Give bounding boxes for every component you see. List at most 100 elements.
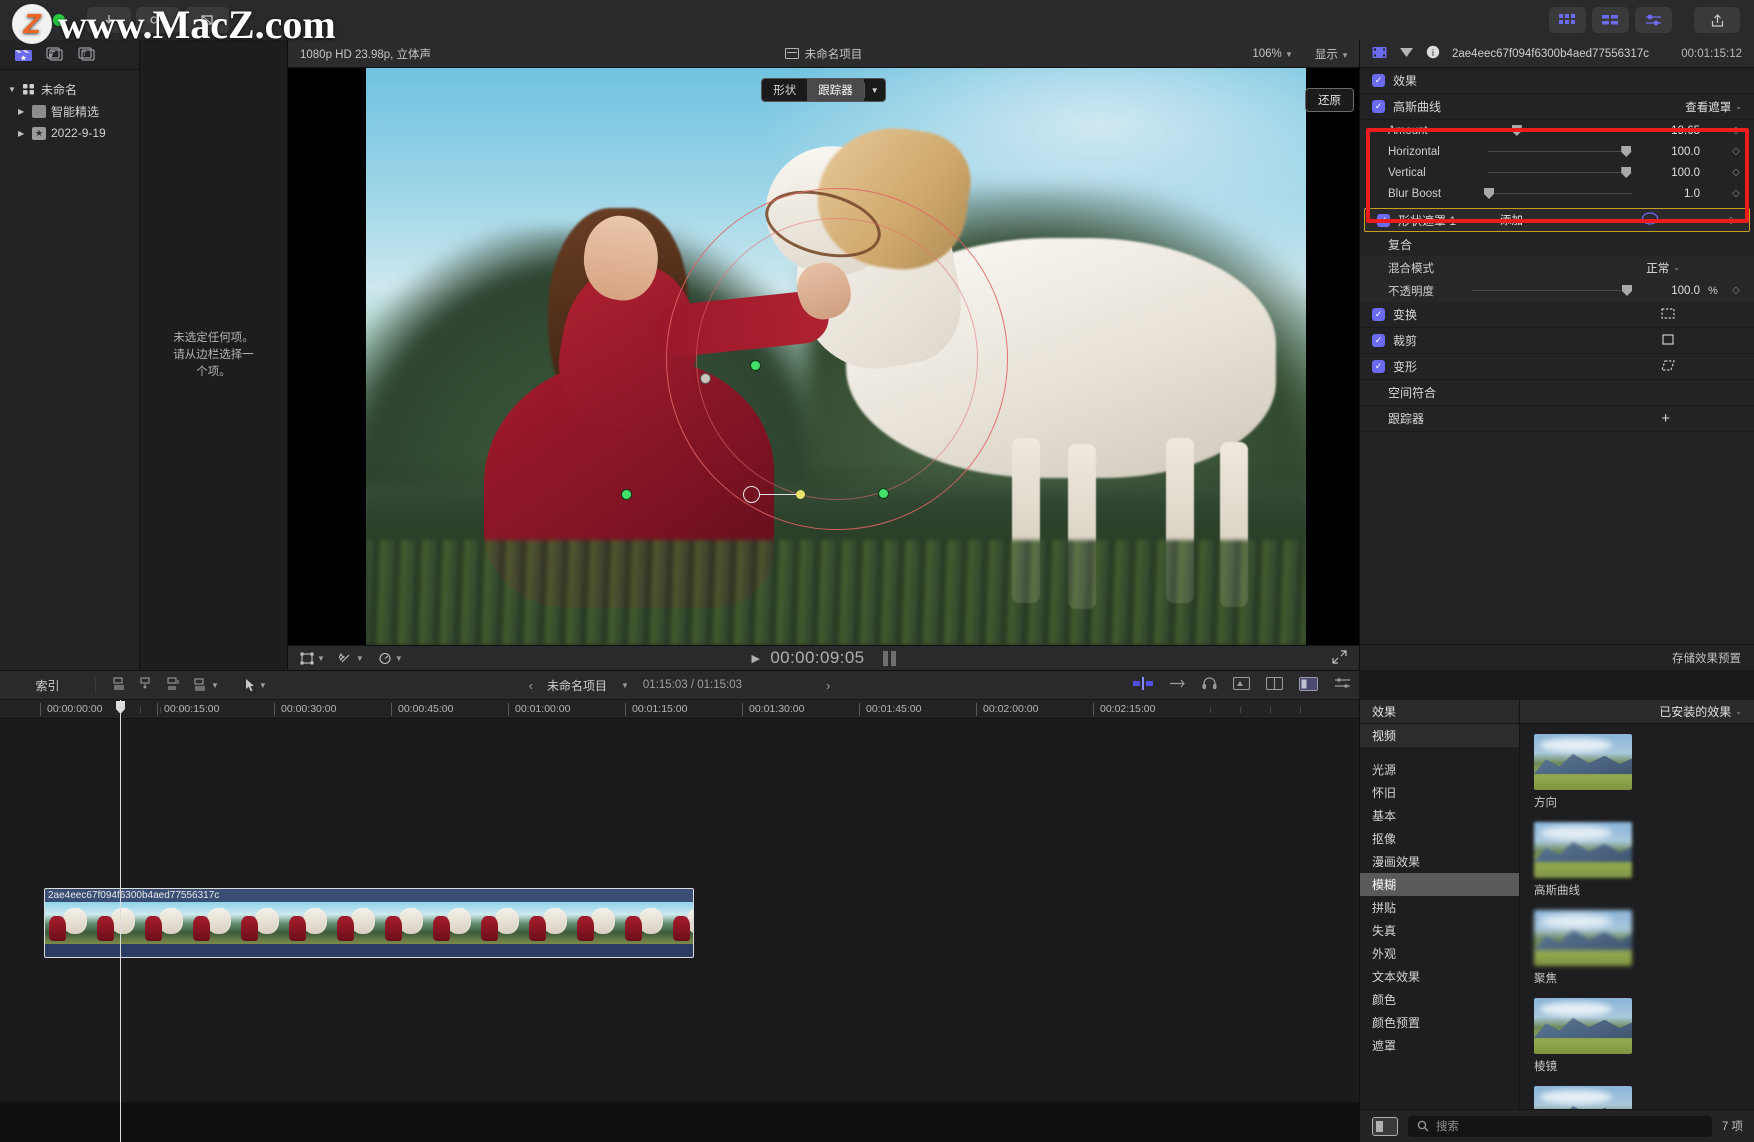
category-looks[interactable]: 外观 xyxy=(1360,942,1519,965)
spatial-conform-row[interactable]: 空间符合 xyxy=(1360,380,1754,406)
category-light[interactable]: 光源 xyxy=(1360,758,1519,781)
maximize-button[interactable] xyxy=(53,14,65,26)
installed-effects-popup[interactable]: 已安装的效果 ⌄ xyxy=(1520,700,1754,723)
param-value[interactable]: 100.0 xyxy=(1640,167,1700,179)
tracker-row[interactable]: 跟踪器 + xyxy=(1360,406,1754,432)
effects-browser-icon[interactable] xyxy=(1232,676,1251,693)
slider-knob[interactable] xyxy=(1621,167,1632,178)
share-button[interactable] xyxy=(1694,7,1740,33)
index-toggle-icon[interactable] xyxy=(1299,676,1318,694)
keyframe-diamond-icon[interactable]: ◇ xyxy=(1730,146,1742,157)
category-color-presets[interactable]: 颜色预置 xyxy=(1360,1011,1519,1034)
headphone-icon[interactable] xyxy=(1202,677,1217,693)
category-distortion[interactable]: 失真 xyxy=(1360,919,1519,942)
effect-item[interactable]: 棱镜 xyxy=(1534,998,1642,1074)
param-slider[interactable] xyxy=(1488,125,1632,136)
param-horizontal[interactable]: Horizontal 100.0 ◇ xyxy=(1360,141,1754,162)
zoom-level-menu[interactable]: 106% ▼ xyxy=(1252,48,1293,60)
param-amount[interactable]: Amount 19.65 ◇ xyxy=(1360,120,1754,141)
timeline-panel[interactable]: 00:00:00:00 00:00:15:00 00:00:30:00 00:0… xyxy=(0,700,1359,1142)
shape-mask-shape-icon[interactable] xyxy=(1641,212,1659,228)
gaussian-effect-header[interactable]: ✓ 高斯曲线 查看遮罩 ⌄ xyxy=(1360,94,1754,120)
slider-knob[interactable] xyxy=(1621,146,1632,157)
timeline-playhead[interactable] xyxy=(116,700,125,1142)
opacity-slider[interactable] xyxy=(1472,285,1632,296)
minimize-button[interactable] xyxy=(33,14,45,26)
color-inspector-tab-icon[interactable] xyxy=(1399,46,1414,62)
category-masks[interactable]: 遮罩 xyxy=(1360,1034,1519,1057)
timeline-clip[interactable]: 2ae4eec67f094f6300b4aed77556317c xyxy=(44,888,694,958)
save-effects-preset-button[interactable]: 存储效果预置 xyxy=(1672,650,1741,666)
param-blur-boost[interactable]: Blur Boost 1.0 ◇ xyxy=(1360,183,1754,204)
param-slider[interactable] xyxy=(1488,146,1632,157)
effect-thumbnail[interactable] xyxy=(1534,734,1632,790)
disclosure-triangle-icon[interactable]: ▶ xyxy=(18,107,27,116)
timeline-options-icon[interactable] xyxy=(1334,677,1351,693)
disclosure-triangle-icon[interactable]: ▼ xyxy=(8,85,17,94)
keyframe-diamond-icon[interactable]: ◇ xyxy=(1730,167,1742,178)
category-blur[interactable]: 模糊 xyxy=(1360,873,1519,896)
param-slider[interactable] xyxy=(1488,167,1632,178)
category-video[interactable]: 视频 xyxy=(1360,724,1519,747)
import-media-button[interactable] xyxy=(87,7,131,33)
effect-thumbnail[interactable] xyxy=(1534,998,1632,1054)
sidebar-item-event-2022-9-19[interactable]: ▶ ★ 2022-9-19 xyxy=(0,122,139,144)
keyframe-diamond-icon[interactable]: ◇ xyxy=(1730,188,1742,199)
category-text-effects[interactable]: 文本效果 xyxy=(1360,965,1519,988)
blend-mode-popup[interactable]: 正常 ⌄ xyxy=(1646,260,1680,276)
distort-row[interactable]: ✓ 变形 xyxy=(1360,354,1754,380)
effect-item[interactable]: 高斯曲线 xyxy=(1534,822,1642,898)
effects-checkbox[interactable]: ✓ xyxy=(1372,74,1385,87)
effects-search-input[interactable]: 搜索 xyxy=(1408,1115,1712,1137)
effects-category-list[interactable]: 视频 光源 怀旧 基本 抠像 漫画效果 模糊 拼贴 失真 外观 文本效果 颜色 … xyxy=(1360,724,1520,1109)
distort-icon[interactable] xyxy=(1660,359,1676,375)
gaussian-view-mask-popup[interactable]: 查看遮罩 ⌄ xyxy=(1685,99,1742,115)
crop-row[interactable]: ✓ 裁剪 xyxy=(1360,328,1754,354)
effects-section-header[interactable]: ✓ 效果 xyxy=(1360,68,1754,94)
crop-checkbox[interactable]: ✓ xyxy=(1372,334,1385,347)
opacity-value[interactable]: 100.0 xyxy=(1640,285,1700,297)
category-tiling[interactable]: 拼贴 xyxy=(1360,896,1519,919)
effect-thumbnail[interactable] xyxy=(1534,822,1632,878)
param-value[interactable]: 100.0 xyxy=(1640,146,1700,158)
disclosure-triangle-icon[interactable]: ▶ xyxy=(18,129,27,138)
blend-mode-row[interactable]: 混合模式 正常 ⌄ xyxy=(1360,256,1754,279)
browser-grid-button[interactable] xyxy=(1549,7,1586,33)
timeline-project-name[interactable]: 未命名项目 xyxy=(547,677,607,694)
sidebar-item-smart-collections[interactable]: ▶ 智能精选 xyxy=(0,100,139,122)
viewer-canvas[interactable]: « ◈ » 形状 跟踪器 ▼ 还原 完成 xyxy=(288,68,1359,645)
retime-icon[interactable] xyxy=(1169,677,1186,693)
audio-meter-icon[interactable] xyxy=(1133,677,1153,693)
info-inspector-tab-icon[interactable]: i xyxy=(1426,45,1440,62)
effect-thumbnail[interactable] xyxy=(1534,1086,1632,1109)
previous-project-icon[interactable]: ‹ xyxy=(529,678,533,693)
effect-item[interactable]: 聚焦 xyxy=(1534,910,1642,986)
display-options-menu[interactable]: 显示 ▼ xyxy=(1315,46,1349,62)
opacity-row[interactable]: 不透明度 100.0 % ◇ xyxy=(1360,279,1754,302)
add-tracker-icon[interactable]: + xyxy=(1661,410,1670,427)
window-controls[interactable] xyxy=(0,14,65,26)
gaussian-checkbox[interactable]: ✓ xyxy=(1372,100,1385,113)
transitions-browser-icon[interactable] xyxy=(1265,676,1284,693)
keyframe-diamond-icon[interactable]: ◇ xyxy=(1730,285,1742,296)
libraries-tab-icon[interactable] xyxy=(12,45,34,65)
color-inspector-button[interactable] xyxy=(1635,7,1672,33)
param-value[interactable]: 19.65 xyxy=(1640,125,1700,137)
category-keying[interactable]: 抠像 xyxy=(1360,827,1519,850)
list-grid-toggle-icon[interactable] xyxy=(1372,1116,1398,1136)
photos-audio-tab-icon[interactable] xyxy=(44,45,66,65)
list-view-button[interactable] xyxy=(1592,7,1629,33)
crop-icon[interactable] xyxy=(1660,333,1676,349)
video-inspector-tab-icon[interactable] xyxy=(1372,46,1387,62)
timeline-ruler[interactable]: 00:00:00:00 00:00:15:00 00:00:30:00 00:0… xyxy=(0,700,1359,719)
param-vertical[interactable]: Vertical 100.0 ◇ xyxy=(1360,162,1754,183)
category-color[interactable]: 颜色 xyxy=(1360,988,1519,1011)
keyframe-diamond-icon[interactable]: ◇ xyxy=(1730,125,1742,136)
transform-icon[interactable] xyxy=(1660,307,1676,323)
distort-checkbox[interactable]: ✓ xyxy=(1372,360,1385,373)
keyword-editor-button[interactable] xyxy=(136,7,180,33)
next-project-icon[interactable]: › xyxy=(826,678,830,693)
titles-generators-tab-icon[interactable]: T xyxy=(76,45,98,65)
transform-checkbox[interactable]: ✓ xyxy=(1372,308,1385,321)
magnetic-timeline-button[interactable] xyxy=(185,7,229,33)
